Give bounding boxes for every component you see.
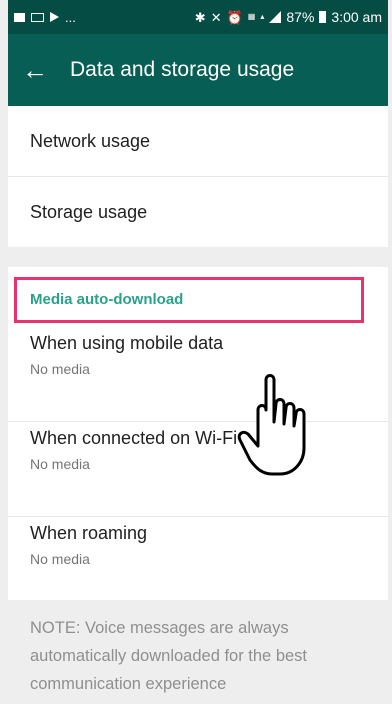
mobile-data-title: When using mobile data bbox=[30, 333, 224, 353]
arrow-left-icon: ← bbox=[22, 54, 48, 85]
network-usage-item[interactable]: Network usage bbox=[8, 106, 388, 176]
phone-screen: ... ✱ ✕ ⏰ ▦ ▴ 87% 3:00 am ← Data and sto… bbox=[0, 0, 392, 704]
section-title: Media auto-download bbox=[30, 291, 184, 308]
alarm-icon: ⏰ bbox=[226, 9, 243, 25]
mobile-data-item[interactable]: When using mobile data No media bbox=[8, 327, 388, 421]
mobile-data-subtitle: No media bbox=[30, 361, 90, 377]
voice-note: NOTE: Voice messages are always automati… bbox=[8, 600, 388, 704]
page-title: Data and storage usage bbox=[70, 58, 295, 81]
status-bar: ... ✱ ✕ ⏰ ▦ ▴ 87% 3:00 am bbox=[8, 0, 388, 34]
volte-icon: ▦ bbox=[247, 12, 256, 21]
4g-icon: ▴ bbox=[260, 12, 265, 21]
roaming-title: When roaming bbox=[30, 523, 148, 543]
image-icon bbox=[14, 12, 25, 22]
roaming-subtitle: No media bbox=[30, 551, 90, 567]
clock: 3:00 am bbox=[331, 9, 382, 25]
status-ellipsis: ... bbox=[65, 9, 76, 25]
section-separator bbox=[8, 247, 388, 267]
battery-percent: 87% bbox=[286, 9, 315, 25]
status-right-icons: ✱ ✕ ⏰ ▦ ▴ 87% 3:00 am bbox=[195, 9, 382, 25]
mute-icon: ✕ bbox=[210, 9, 222, 25]
signal-icon bbox=[269, 11, 282, 23]
network-usage-label: Network usage bbox=[30, 130, 151, 151]
media-auto-download-header: Media auto-download bbox=[8, 267, 388, 327]
roaming-item[interactable]: When roaming No media bbox=[8, 517, 388, 611]
bluetooth-icon: ✱ bbox=[194, 9, 206, 25]
storage-usage-item[interactable]: Storage usage bbox=[8, 177, 388, 247]
app-bar: ← Data and storage usage bbox=[8, 34, 388, 106]
wifi-item[interactable]: When connected on Wi-Fi No media bbox=[8, 422, 388, 516]
wifi-subtitle: No media bbox=[30, 456, 90, 472]
mail-icon bbox=[31, 12, 44, 22]
storage-usage-label: Storage usage bbox=[30, 201, 148, 222]
wifi-title: When connected on Wi-Fi bbox=[30, 428, 238, 448]
play-icon bbox=[50, 12, 59, 22]
battery-icon bbox=[319, 11, 327, 23]
back-button[interactable]: ← bbox=[8, 34, 62, 106]
status-left-icons: ... bbox=[14, 11, 76, 24]
